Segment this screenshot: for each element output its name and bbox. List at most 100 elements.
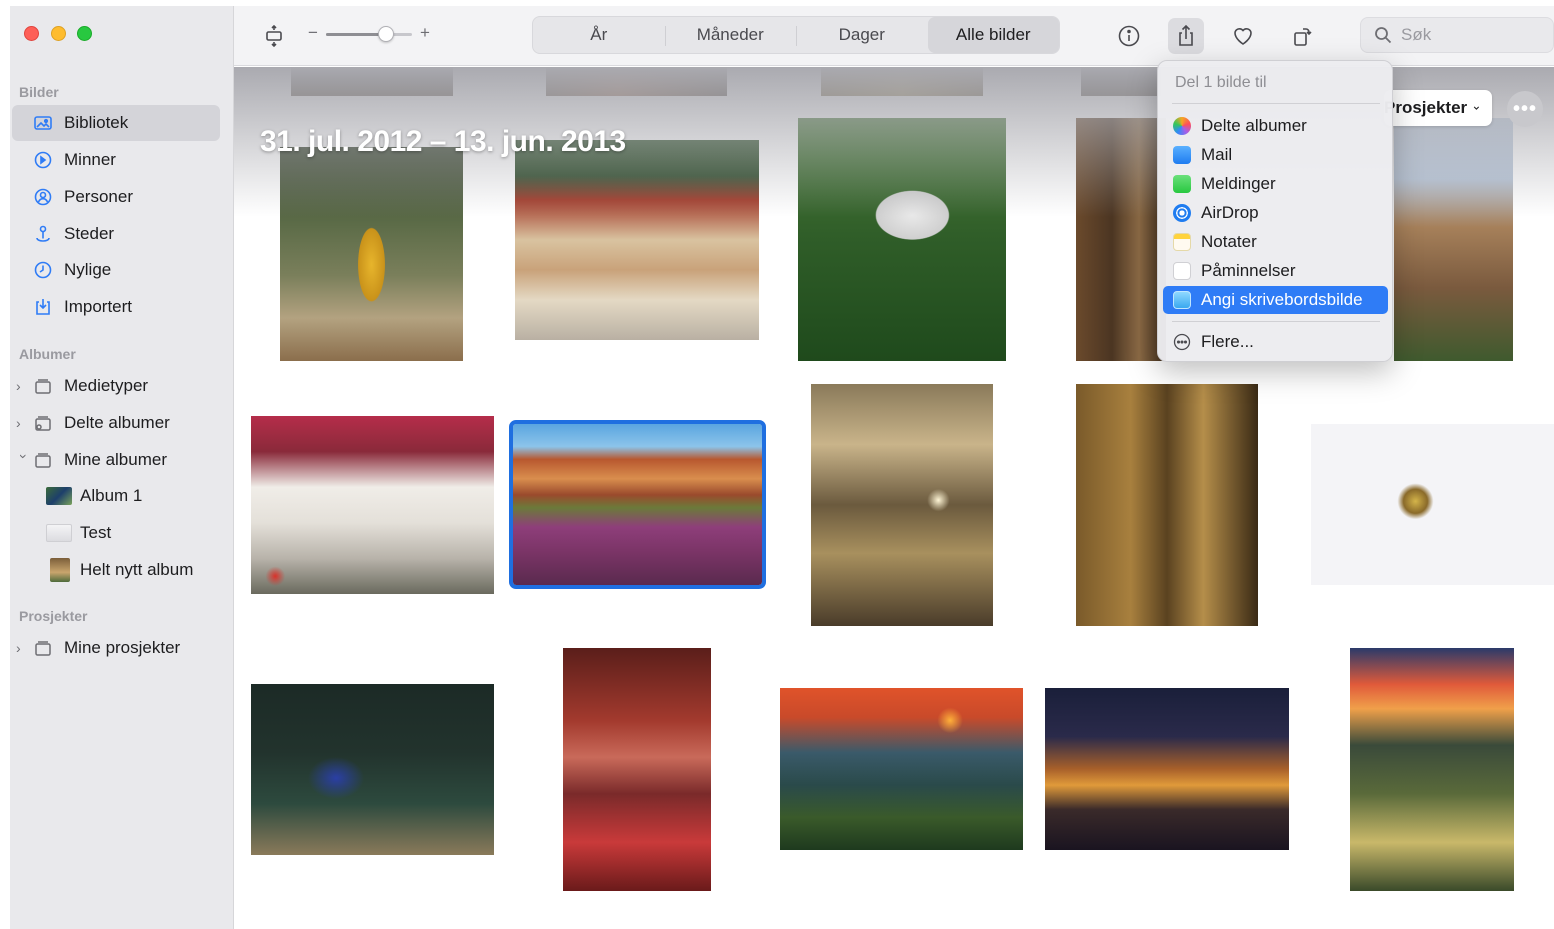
chevron-right-icon[interactable]: › <box>16 415 28 431</box>
tab-maneder[interactable]: Måneder <box>664 17 797 53</box>
sidebar-item-label: Minner <box>64 150 116 169</box>
zoom-out-label[interactable]: − <box>308 23 318 43</box>
sidebar-item-label: Helt nytt album <box>80 560 194 579</box>
share-menu: Del 1 bilde til Delte albumer Mail Meldi… <box>1157 60 1393 362</box>
person-icon <box>32 186 54 208</box>
sidebar-item-bibliotek[interactable]: Bibliotek <box>12 105 220 141</box>
sidebar-item-minner[interactable]: Minner <box>12 142 220 178</box>
share-menu-header: Del 1 bilde til <box>1175 74 1267 91</box>
reminders-icon <box>1173 262 1191 280</box>
share-item-mail[interactable]: Mail <box>1163 141 1388 169</box>
sidebar-item-label: Nylige <box>64 260 112 279</box>
sidebar-item-importert[interactable]: Importert <box>12 289 220 325</box>
photo-thumbnail[interactable] <box>780 688 1023 850</box>
tab-dager[interactable]: Dager <box>796 17 928 53</box>
sidebar-item-label: Delte albumer <box>64 413 170 432</box>
tab-ar[interactable]: År <box>533 17 665 53</box>
date-range-title: 31. jul. 2012 – 13. jun. 2013 <box>260 125 626 158</box>
sidebar-item-personer[interactable]: Personer <box>12 179 220 215</box>
tab-alle-bilder[interactable]: Alle bilder <box>927 17 1059 53</box>
share-icon[interactable] <box>1168 18 1204 54</box>
photo-thumbnail[interactable] <box>563 648 711 891</box>
clock-icon <box>32 259 54 281</box>
sidebar-item-label: Mine prosjekter <box>64 638 181 657</box>
zoom-window-button[interactable] <box>77 26 92 41</box>
projects-menu-button[interactable]: Prosjekter <box>1384 90 1492 126</box>
view-segmented-control: År Måneder Dager Alle bilder <box>532 16 1060 54</box>
more-options-button[interactable]: ••• <box>1507 91 1543 127</box>
sidebar-item-steder[interactable]: Steder <box>12 216 220 252</box>
sidebar: Bilder Bibliotek Minner Personer Steder … <box>10 6 234 929</box>
info-icon[interactable] <box>1111 18 1147 54</box>
close-window-button[interactable] <box>24 26 39 41</box>
photo-thumbnail[interactable] <box>291 67 453 96</box>
sidebar-item-test[interactable]: Test <box>12 515 220 551</box>
search-input[interactable] <box>1401 25 1541 45</box>
share-item-airdrop[interactable]: AirDrop <box>1163 199 1388 227</box>
search-field[interactable] <box>1360 17 1554 53</box>
share-item-paminnelser[interactable]: Påminnelser <box>1163 257 1388 285</box>
share-item-meldinger[interactable]: Meldinger <box>1163 170 1388 198</box>
photo-thumbnail[interactable] <box>1394 118 1513 361</box>
share-item-delte-albumer[interactable]: Delte albumer <box>1163 112 1388 140</box>
photo-thumbnail[interactable] <box>1045 688 1289 850</box>
photo-thumbnail[interactable] <box>546 67 727 96</box>
photo-thumbnail[interactable] <box>1076 384 1258 626</box>
photo-thumbnail[interactable] <box>811 384 993 626</box>
section-header-albumer: Albumer <box>19 346 76 362</box>
heart-icon[interactable] <box>1225 18 1261 54</box>
sidebar-item-mine-prosjekter[interactable]: › Mine prosjekter <box>12 630 220 666</box>
notes-icon <box>1173 233 1191 251</box>
photo-thumbnail[interactable] <box>1081 67 1161 96</box>
share-item-flere[interactable]: Flere... <box>1163 328 1388 356</box>
chevron-right-icon[interactable]: › <box>16 378 28 394</box>
folder-icon <box>32 375 54 397</box>
zoom-in-label[interactable]: + <box>420 23 430 43</box>
sidebar-item-medietyper[interactable]: › Medietyper <box>12 368 220 404</box>
photo-thumbnail-selected[interactable] <box>509 420 766 589</box>
photo-thumbnail[interactable] <box>515 140 759 340</box>
sidebar-item-label: Importert <box>64 297 133 316</box>
menu-separator <box>1172 103 1380 104</box>
share-item-angi-skrivebordsbilde[interactable]: Angi skrivebordsbilde <box>1163 286 1388 314</box>
sidebar-item-nylige[interactable]: Nylige <box>12 252 220 288</box>
chevron-down-icon[interactable]: › <box>16 454 32 466</box>
sidebar-item-label: Personer <box>64 187 133 206</box>
menu-separator <box>1172 321 1380 322</box>
photo-thumbnail[interactable] <box>821 67 983 96</box>
share-item-label: AirDrop <box>1201 203 1259 222</box>
photo-thumbnail[interactable] <box>251 684 494 855</box>
share-item-label: Flere... <box>1201 332 1254 351</box>
photo-thumbnail[interactable] <box>251 416 494 594</box>
chevron-right-icon[interactable]: › <box>16 640 28 656</box>
album-thumbnail <box>50 558 70 582</box>
zoom-slider-knob[interactable] <box>378 26 395 42</box>
photo-thumbnail[interactable] <box>1076 118 1166 361</box>
photo-thumbnail[interactable] <box>1350 648 1514 891</box>
pin-icon <box>32 223 54 245</box>
sidebar-item-label: Bibliotek <box>64 113 129 132</box>
share-item-label: Angi skrivebordsbilde <box>1201 290 1363 309</box>
sidebar-item-helt-nytt-album[interactable]: Helt nytt album <box>12 552 220 588</box>
photo-thumbnail[interactable] <box>1311 424 1554 585</box>
photo-thumbnail[interactable] <box>280 147 463 361</box>
sidebar-item-label: Steder <box>64 224 115 243</box>
sidebar-item-album-1[interactable]: Album 1 <box>12 478 220 514</box>
album-thumbnail <box>46 487 72 505</box>
photo-thumbnail[interactable] <box>798 118 1006 361</box>
shared-albums-icon <box>1173 117 1191 135</box>
minimize-window-button[interactable] <box>51 26 66 41</box>
sidebar-item-mine-albumer[interactable]: › Mine albumer <box>12 442 220 478</box>
mail-icon <box>1173 146 1191 164</box>
memories-icon <box>32 149 54 171</box>
share-item-label: Mail <box>1201 145 1233 164</box>
expand-view-icon[interactable] <box>256 18 292 54</box>
rotate-icon[interactable] <box>1284 18 1320 54</box>
share-item-label: Påminnelser <box>1201 261 1296 280</box>
section-header-prosjekter: Prosjekter <box>19 608 88 624</box>
zoom-slider[interactable]: − + <box>308 23 438 44</box>
section-header-bilder: Bilder <box>19 84 59 100</box>
search-icon <box>1375 27 1392 44</box>
share-item-notater[interactable]: Notater <box>1163 228 1388 256</box>
sidebar-item-delte-albumer[interactable]: › Delte albumer <box>12 405 220 441</box>
